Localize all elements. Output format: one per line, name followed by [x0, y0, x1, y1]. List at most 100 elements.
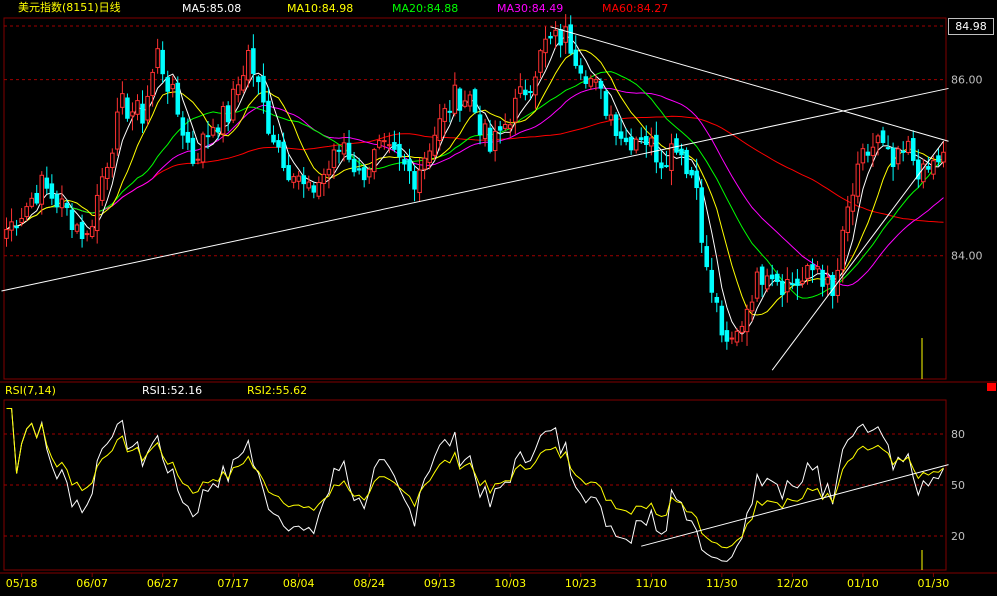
candle-down — [774, 273, 780, 282]
candle-up — [422, 157, 427, 170]
candle-up — [941, 151, 946, 163]
candle-up — [29, 197, 34, 207]
candle-up — [800, 280, 805, 285]
candle-down — [261, 75, 266, 103]
candle-up — [744, 308, 750, 333]
candle-up — [608, 114, 614, 121]
candle-down — [180, 117, 186, 136]
candle-up — [200, 133, 206, 163]
candle-up — [507, 124, 513, 129]
candle-down — [694, 170, 699, 189]
candle-up — [754, 271, 760, 299]
x-tick-label: 07/17 — [217, 577, 249, 590]
candle-up — [291, 176, 296, 183]
candle-up — [19, 217, 24, 224]
candle-down — [402, 159, 407, 165]
candle-down — [44, 177, 50, 189]
candle-down — [281, 141, 286, 169]
candle-up — [105, 166, 110, 179]
candle-down — [336, 149, 342, 152]
candle-down — [311, 185, 317, 193]
panel-marker — [987, 383, 996, 391]
candle-down — [407, 159, 412, 172]
candle-up — [518, 86, 523, 94]
candle-up — [39, 174, 45, 205]
candle-up — [850, 194, 856, 212]
candle-down — [759, 266, 765, 285]
candle-down — [618, 131, 624, 139]
price-rsi-chart: 86.00 84.00 80 50 20 05/18 06/07 06/27 07/17 08/0… — [0, 14, 997, 590]
price-panel-frame — [3, 17, 947, 380]
candle-up — [895, 148, 901, 165]
candle-down — [769, 274, 775, 280]
candle-up — [235, 84, 241, 96]
candle-down — [936, 155, 941, 163]
candle-down — [14, 226, 19, 229]
chart-title: 美元指数(8151)日线 — [18, 1, 121, 14]
ma30-label: MA30:84.49 — [497, 2, 564, 15]
candle-up — [815, 266, 820, 270]
candle-up — [230, 88, 236, 121]
candle-down — [603, 91, 609, 116]
candle-up — [130, 111, 135, 117]
candle-up — [905, 140, 911, 154]
candle-down — [820, 269, 825, 287]
candle-down — [79, 221, 85, 240]
candle-up — [195, 158, 201, 161]
ma60-line — [6, 115, 944, 230]
rsi-title: RSI(7,14) — [5, 384, 56, 397]
candle-up — [145, 95, 150, 121]
candle-up — [649, 137, 654, 147]
candle-down — [412, 171, 417, 190]
candle-up — [785, 278, 790, 293]
candle-up — [94, 194, 100, 232]
candle-down — [165, 77, 170, 92]
x-tick-label: 11/30 — [706, 577, 738, 590]
candle-up — [366, 168, 372, 178]
candle-down — [356, 168, 362, 171]
candle-up — [825, 276, 830, 285]
x-tick-label: 01/30 — [918, 577, 950, 590]
candle-up — [805, 265, 810, 279]
candle-up — [427, 150, 432, 164]
candle-down — [568, 24, 573, 54]
candle-down — [724, 330, 730, 342]
candle-down — [880, 130, 886, 143]
candle-up — [84, 233, 90, 236]
candle-up — [59, 198, 65, 209]
candle-up — [533, 76, 538, 96]
x-tick-label: 10/23 — [565, 577, 597, 590]
candle-up — [452, 84, 458, 114]
candle-up — [220, 106, 226, 135]
candle-down — [780, 280, 785, 296]
candle-up — [170, 83, 176, 90]
resistance-trendline — [550, 26, 949, 142]
candle-down — [890, 147, 896, 167]
candle-up — [135, 100, 140, 115]
candle-down — [674, 138, 679, 153]
rsi1-label: RSI1:52.16 — [142, 384, 203, 397]
candle-down — [251, 48, 256, 74]
candle-down — [346, 142, 352, 160]
candle-down — [699, 187, 704, 243]
candle-down — [659, 162, 664, 169]
candle-down — [392, 142, 397, 150]
candle-down — [64, 202, 70, 209]
x-tick-label: 09/13 — [424, 577, 456, 590]
price-tick-label: 86.00 — [951, 74, 983, 87]
candle-up — [371, 149, 377, 173]
candle-down — [558, 29, 563, 46]
candle-down — [271, 134, 276, 143]
ma60-label: MA60:84.27 — [602, 2, 669, 15]
candle-down — [583, 76, 589, 84]
candle-down — [578, 65, 584, 74]
candle-down — [628, 136, 634, 151]
candle-down — [472, 89, 478, 113]
candle-down — [457, 88, 463, 111]
candle-up — [74, 224, 80, 232]
candle-up — [316, 182, 322, 197]
candle-down — [49, 183, 55, 199]
candle-down — [910, 138, 916, 161]
candle-down — [795, 278, 800, 286]
candle-up — [442, 108, 448, 122]
